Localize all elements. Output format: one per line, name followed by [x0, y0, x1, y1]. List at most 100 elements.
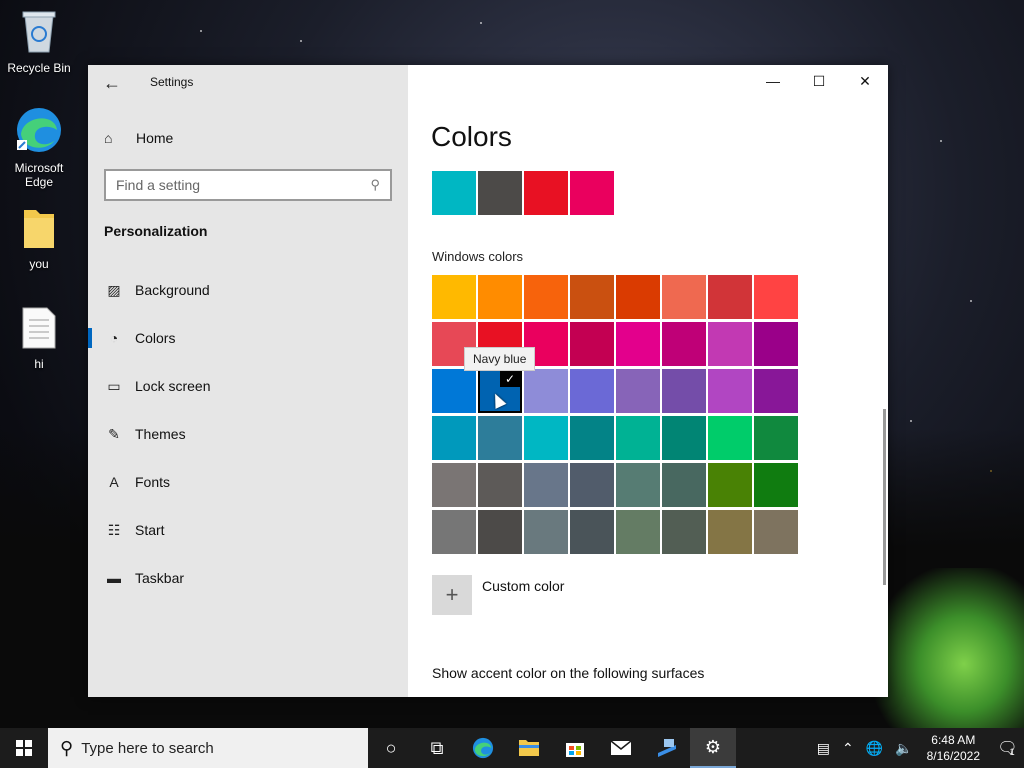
color-swatch[interactable]	[662, 510, 706, 554]
settings-search-input[interactable]: Find a setting ⚲	[104, 169, 392, 201]
sidebar-item-fonts[interactable]: A Fonts	[88, 462, 408, 502]
sidebar-item-themes[interactable]: ✎ Themes	[88, 414, 408, 454]
color-swatch[interactable]	[570, 416, 614, 460]
sidebar-item-background[interactable]: ▨ Background	[88, 270, 408, 310]
taskbar-search-input[interactable]: ⚲ Type here to search	[48, 728, 368, 768]
color-swatch[interactable]	[616, 369, 660, 413]
settings-sidebar: ← Settings ⌂ Home Find a setting ⚲ Perso…	[88, 65, 408, 697]
recent-color-swatch[interactable]	[570, 171, 614, 215]
back-arrow-icon[interactable]: ←	[102, 73, 122, 93]
color-swatch[interactable]	[708, 322, 752, 366]
desktop-icon-label: you	[29, 257, 49, 271]
color-swatch[interactable]	[662, 275, 706, 319]
sidebar-item-lock-screen[interactable]: ▭ Lock screen	[88, 366, 408, 406]
color-swatch[interactable]	[708, 463, 752, 507]
recycle-bin-icon	[22, 11, 56, 53]
taskbar-mail[interactable]	[598, 728, 644, 768]
color-swatch[interactable]	[478, 416, 522, 460]
scrollbar[interactable]	[883, 409, 886, 585]
volume-muted-icon[interactable]: 🔈	[895, 740, 912, 757]
color-swatch[interactable]	[708, 369, 752, 413]
sidebar-item-home[interactable]: ⌂ Home	[104, 127, 173, 149]
clock[interactable]: 6:48 AM 8/16/2022	[927, 732, 980, 764]
color-swatch[interactable]	[708, 416, 752, 460]
network-icon[interactable]: 🌐	[866, 740, 883, 757]
color-swatch[interactable]	[432, 416, 476, 460]
sidebar-item-taskbar[interactable]: ▬ Taskbar	[88, 558, 408, 598]
section-title: Personalization	[104, 223, 208, 239]
recent-color-swatch[interactable]	[478, 171, 522, 215]
color-swatch[interactable]	[570, 275, 614, 319]
maximize-button[interactable]: ☐	[796, 65, 842, 97]
custom-color-button[interactable]: +	[432, 575, 472, 615]
chevron-up-icon[interactable]: ⌃	[842, 740, 854, 757]
taskbar-store[interactable]	[552, 728, 598, 768]
sidebar-item-start[interactable]: ☷ Start	[88, 510, 408, 550]
color-swatch[interactable]	[708, 275, 752, 319]
color-swatch[interactable]	[570, 510, 614, 554]
palette-icon: ◔	[109, 330, 119, 346]
tent-glow	[874, 568, 1024, 728]
color-swatch[interactable]	[616, 275, 660, 319]
color-swatch[interactable]	[616, 322, 660, 366]
sidebar-item-label: Background	[135, 282, 210, 298]
color-swatch[interactable]	[616, 463, 660, 507]
color-swatch[interactable]	[662, 463, 706, 507]
desktop-icon-you[interactable]: you	[1, 208, 77, 271]
color-swatch[interactable]	[616, 510, 660, 554]
color-swatch[interactable]	[432, 463, 476, 507]
color-swatch[interactable]	[662, 416, 706, 460]
color-swatch[interactable]	[570, 322, 614, 366]
color-swatch[interactable]	[524, 416, 568, 460]
sidebar-item-label: Start	[135, 522, 165, 538]
close-button[interactable]: ✕	[842, 65, 888, 97]
recent-color-swatch[interactable]	[524, 171, 568, 215]
color-swatch[interactable]	[524, 369, 568, 413]
color-swatch[interactable]	[570, 463, 614, 507]
color-swatch[interactable]	[432, 369, 476, 413]
color-swatch[interactable]	[478, 275, 522, 319]
desktop-icon-hi[interactable]: hi	[1, 306, 77, 371]
color-swatch[interactable]	[524, 463, 568, 507]
color-swatch[interactable]	[432, 510, 476, 554]
checkmark-icon: ✓	[500, 371, 520, 387]
color-swatch[interactable]	[754, 275, 798, 319]
cortana-button[interactable]: ○	[368, 728, 414, 768]
color-swatch[interactable]	[524, 275, 568, 319]
color-swatch[interactable]	[754, 510, 798, 554]
taskbar-file-explorer[interactable]	[506, 728, 552, 768]
color-swatch[interactable]	[754, 369, 798, 413]
edge-icon	[17, 108, 61, 152]
color-swatch[interactable]	[754, 416, 798, 460]
color-swatch[interactable]	[432, 275, 476, 319]
store-icon	[566, 743, 584, 757]
sidebar-item-label: Fonts	[135, 474, 171, 490]
color-swatch[interactable]	[662, 369, 706, 413]
color-swatch[interactable]	[478, 510, 522, 554]
fonts-icon: A	[109, 474, 119, 490]
color-swatch[interactable]	[524, 510, 568, 554]
edge-icon	[472, 737, 494, 759]
desktop-icon-edge[interactable]: Microsoft Edge	[1, 106, 77, 189]
notification-button[interactable]: 🗨 1	[988, 728, 1024, 768]
minimize-button[interactable]: —	[750, 65, 796, 97]
recent-color-swatch[interactable]	[432, 171, 476, 215]
color-swatch[interactable]	[754, 322, 798, 366]
start-button[interactable]	[0, 728, 48, 768]
taskbar-edge[interactable]	[460, 728, 506, 768]
color-swatch[interactable]	[662, 322, 706, 366]
task-view-button[interactable]: ⧉	[414, 728, 460, 768]
taskbar-app[interactable]	[644, 728, 690, 768]
color-swatch[interactable]	[754, 463, 798, 507]
color-swatch[interactable]	[478, 463, 522, 507]
color-swatch[interactable]	[708, 510, 752, 554]
color-swatch[interactable]	[570, 369, 614, 413]
taskbar-settings[interactable]: ⚙	[690, 728, 736, 768]
desktop-icon-recycle-bin[interactable]: Recycle Bin	[1, 8, 77, 75]
custom-color-label[interactable]: Custom color	[482, 578, 564, 594]
color-swatch[interactable]	[616, 416, 660, 460]
news-icon[interactable]: ▤	[817, 740, 830, 757]
sidebar-item-colors[interactable]: ◔ Colors	[88, 318, 408, 358]
clock-time: 6:48 AM	[931, 733, 976, 747]
mail-icon	[610, 740, 632, 755]
